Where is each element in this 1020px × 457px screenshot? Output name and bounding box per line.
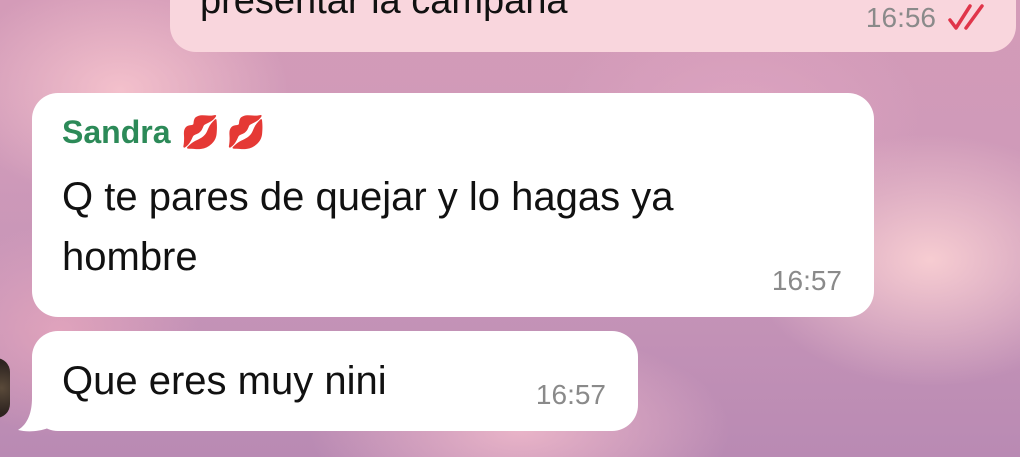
double-check-icon [948,4,984,30]
message-line: hombre [62,235,198,279]
outgoing-message-bubble[interactable]: presentar la campaña 16:56 [170,0,1016,52]
bubble-tail [18,398,48,432]
sender-name-label: Sandra [62,114,171,150]
message-text: Que eres muy nini [62,359,387,403]
message-line: Q te pares de quejar y lo hagas ya [62,175,674,219]
incoming-message-bubble[interactable]: Sandra 💋💋 Q te pares de quejar y lo hagas… [32,93,874,317]
avatar[interactable] [0,358,10,418]
incoming-message-bubble[interactable]: Que eres muy nini 16:57 [32,331,638,431]
message-text: Q te pares de quejar y lo hagas ya hombr… [62,167,673,287]
outgoing-message-text: presentar la campaña [200,0,568,22]
outgoing-message-time: 16:56 [865,2,936,33]
sender-name[interactable]: Sandra 💋💋 [62,113,272,151]
lips-emoji-icon: 💋💋 [180,114,273,150]
message-time: 16:57 [535,379,606,410]
message-time: 16:57 [771,265,842,296]
